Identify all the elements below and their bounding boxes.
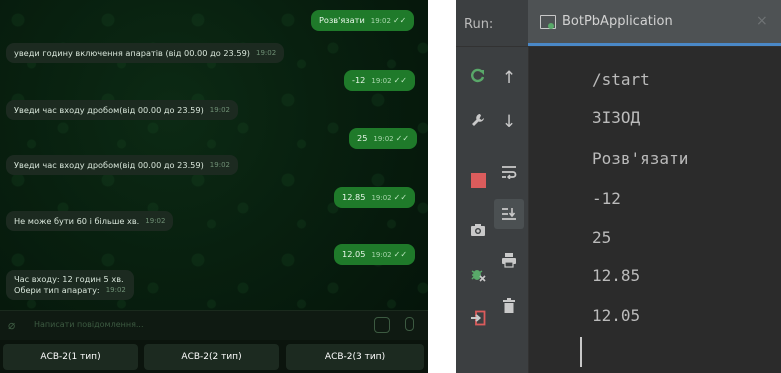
message-input[interactable]: Написати повідомлення... [34,320,144,329]
console-line: 12.85 [592,266,641,285]
sticker-icon[interactable] [374,317,390,333]
message-outgoing: 12.85 19:02 ✓✓ [334,187,416,208]
message-time: 19:02 [370,17,391,25]
message-text: 12.85 [342,192,366,202]
text-caret [580,337,582,367]
telegram-chat-panel: Розв'язати 19:02 ✓✓ уведи годину включення… [0,0,428,373]
tab-bot-application[interactable]: BotPbApplication × [528,0,781,46]
run-toolbar: ↑ ↓ [456,47,529,373]
message-composer: ⌀ Написати повідомлення... [0,310,428,341]
message-time: 19:02 [209,161,230,169]
console-line: 12.05 [592,306,641,325]
read-check-icon: ✓✓ [393,250,408,259]
message-outgoing: -12 19:02 ✓✓ [344,70,415,91]
message-text-line: Час входу: 12 годин 5 хв. [14,274,124,284]
rerun-icon[interactable] [465,63,491,89]
tab-label: BotPbApplication [562,14,673,29]
read-check-icon: ✓✓ [392,16,407,25]
message-time: 19:02 [255,49,277,57]
message-time: 19:02 [105,286,126,294]
message-time: 19:02 [373,135,394,143]
microphone-icon[interactable] [405,317,414,331]
wrench-icon[interactable] [465,107,491,133]
read-check-icon: ✓✓ [393,76,407,85]
message-time: 19:02 [209,106,230,114]
run-label: Run: [464,17,494,32]
message-text: -12 [352,75,366,85]
keyboard-button-type-3[interactable]: АСВ-2(3 тип) [286,344,424,370]
message-incoming: Уведи час входу дробом(від 00.00 до 23.5… [6,100,238,120]
message-text: Уведи час входу дробом(від 00.00 до 23.5… [14,105,204,115]
message-outgoing: 12.05 19:02 ✓✓ [334,244,416,265]
message-incoming: Не може бути 60 і більше хв. 19:02 [6,211,174,231]
message-text: 25 [357,133,368,143]
message-incoming: уведи годину включення апаратів (від 00.… [6,43,285,63]
trash-icon[interactable] [496,293,522,319]
message-text: Розв'язати [319,15,365,25]
console-line: 25 [592,228,612,247]
exit-icon[interactable] [465,305,491,331]
keyboard-button-type-2[interactable]: АСВ-2(2 тип) [144,344,279,370]
ide-run-panel: Run: BotPbApplication × ↑ ↓ /start ЗІЗОД… [456,0,781,373]
read-check-icon: ✓✓ [393,193,408,202]
read-check-icon: ✓✓ [395,134,410,143]
message-text: 12.05 [342,249,366,259]
close-icon[interactable]: × [756,13,768,29]
bug-icon[interactable] [465,261,491,287]
message-time: 19:02 [371,251,392,259]
console-line: /start [592,70,650,89]
message-text-line: Обери тип апарату: [14,285,100,295]
console-line: Розв'язати [592,149,689,168]
run-tool-window-header: Run: BotPbApplication × [456,0,781,47]
arrow-down-icon[interactable]: ↓ [496,109,522,135]
print-icon[interactable] [496,247,522,273]
console-line: -12 [592,189,621,208]
message-time: 19:02 [145,217,166,225]
application-icon [540,15,556,29]
stop-icon[interactable] [465,167,491,193]
message-incoming: Час входу: 12 годин 5 хв. Обери тип апар… [6,270,134,300]
message-outgoing: Розв'язати 19:02 ✓✓ [311,10,415,31]
message-text: Не може бути 60 і більше хв. [14,216,140,226]
console-line: ЗІЗОД [592,108,641,127]
attach-icon[interactable]: ⌀ [8,318,15,332]
message-outgoing: 25 19:02 ✓✓ [349,128,418,149]
camera-icon[interactable] [465,217,491,243]
message-text: уведи годину включення апаратів (від 00.… [14,48,250,58]
scroll-to-end-icon[interactable] [494,199,524,229]
bot-reply-keyboard: АСВ-2(1 тип) АСВ-2(2 тип) АСВ-2(3 тип) [0,340,428,373]
soft-wrap-icon[interactable] [496,159,522,185]
message-time: 19:02 [371,77,392,85]
keyboard-button-type-1[interactable]: АСВ-2(1 тип) [3,344,138,370]
message-text: Уведи час входу дробом(від 00.00 до 23.5… [14,160,204,170]
arrow-up-icon[interactable]: ↑ [496,65,522,91]
message-time: 19:02 [371,194,392,202]
message-incoming: Уведи час входу дробом(від 00.00 до 23.5… [6,155,238,175]
